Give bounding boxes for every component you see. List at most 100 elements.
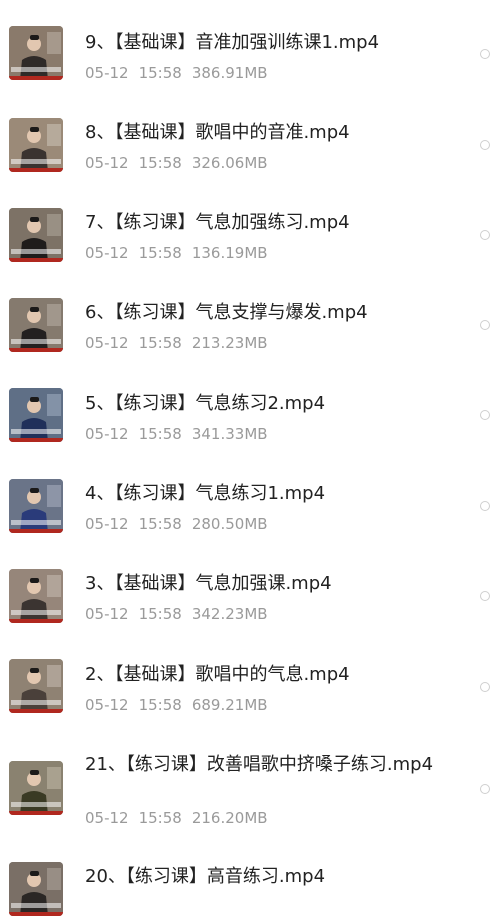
file-size: 341.33MB: [191, 425, 268, 443]
player-bar: [9, 348, 63, 352]
subtitle-strip: [11, 700, 61, 705]
select-radio[interactable]: [480, 410, 490, 420]
thumbnail-image: [9, 208, 63, 262]
file-size: 280.50MB: [191, 515, 268, 533]
select-radio[interactable]: [480, 682, 490, 692]
file-name: 3、【基础课】气息加强课.mp4: [85, 573, 332, 594]
video-thumbnail[interactable]: [9, 26, 63, 80]
file-date: 05-12: [85, 696, 129, 714]
file-name: 7、【练习课】气息加强练习.mp4: [85, 212, 350, 233]
player-bar: [9, 168, 63, 172]
file-meta: 05-12 15:58 386.91MB: [85, 63, 278, 83]
thumbnail-backdrop: [47, 767, 61, 789]
file-meta: 05-12 15:58 326.06MB: [85, 153, 278, 173]
file-size: 326.06MB: [191, 154, 268, 172]
subtitle-strip: [11, 520, 61, 525]
file-meta: 05-12 15:58 213.23MB: [85, 333, 278, 353]
thumbnail-image: [9, 118, 63, 172]
video-thumbnail[interactable]: [9, 659, 63, 713]
thumbnail-backdrop: [47, 304, 61, 326]
file-date: 05-12: [85, 244, 129, 262]
file-date: 05-12: [85, 154, 129, 172]
thumbnail-image: [9, 388, 63, 442]
select-radio[interactable]: [480, 49, 490, 59]
person-hair: [30, 488, 39, 493]
file-date: 05-12: [85, 64, 129, 82]
file-time: 15:58: [138, 515, 182, 533]
subtitle-strip: [11, 339, 61, 344]
file-name: 4、【练习课】气息练习1.mp4: [85, 483, 326, 504]
file-date: 05-12: [85, 515, 129, 533]
file-meta: 05-12 15:58 136.19MB: [85, 243, 278, 263]
player-bar: [9, 76, 63, 80]
thumbnail-image: [9, 26, 63, 80]
player-bar: [9, 438, 63, 442]
video-thumbnail[interactable]: [9, 479, 63, 533]
select-radio[interactable]: [480, 784, 490, 794]
person-hair: [30, 307, 39, 312]
subtitle-strip: [11, 903, 61, 908]
video-thumbnail[interactable]: [9, 761, 63, 815]
file-name: 9、【基础课】音准加强训练课1.mp4: [85, 32, 380, 53]
player-bar: [9, 619, 63, 623]
player-bar: [9, 811, 63, 815]
person-hair: [30, 871, 39, 876]
video-thumbnail[interactable]: [9, 388, 63, 442]
subtitle-strip: [11, 802, 61, 807]
person-hair: [30, 668, 39, 673]
file-size: 136.19MB: [191, 244, 268, 262]
file-size: 386.91MB: [191, 64, 268, 82]
file-time: 15:58: [138, 696, 182, 714]
thumbnail-image: [9, 862, 63, 916]
thumbnail-backdrop: [47, 665, 61, 687]
select-radio[interactable]: [480, 320, 490, 330]
video-thumbnail[interactable]: [9, 862, 63, 916]
thumbnail-backdrop: [47, 394, 61, 416]
file-meta: 05-12 15:58 341.33MB: [85, 424, 278, 444]
thumbnail-backdrop: [47, 32, 61, 54]
file-time: 15:58: [138, 244, 182, 262]
select-radio[interactable]: [480, 591, 490, 601]
subtitle-strip: [11, 159, 61, 164]
file-name: 2、【基础课】歌唱中的气息.mp4: [85, 664, 350, 685]
file-time: 15:58: [138, 809, 182, 827]
thumbnail-image: [9, 569, 63, 623]
thumbnail-backdrop: [47, 575, 61, 597]
person-hair: [30, 578, 39, 583]
file-meta: 05-12 15:58 216.20MB: [85, 808, 278, 828]
file-date: 05-12: [85, 605, 129, 623]
subtitle-strip: [11, 429, 61, 434]
subtitle-strip: [11, 249, 61, 254]
subtitle-strip: [11, 67, 61, 72]
file-meta: 05-12 15:58 689.21MB: [85, 695, 278, 715]
select-radio[interactable]: [480, 230, 490, 240]
file-time: 15:58: [138, 425, 182, 443]
person-hair: [30, 127, 39, 132]
person-hair: [30, 770, 39, 775]
video-thumbnail[interactable]: [9, 208, 63, 262]
video-thumbnail[interactable]: [9, 569, 63, 623]
thumbnail-image: [9, 479, 63, 533]
file-size: 342.23MB: [191, 605, 268, 623]
thumbnail-backdrop: [47, 124, 61, 146]
file-name: 20、【练习课】高音练习.mp4: [85, 866, 326, 887]
subtitle-strip: [11, 610, 61, 615]
file-name: 5、【练习课】气息练习2.mp4: [85, 393, 326, 414]
file-size: 689.21MB: [191, 696, 268, 714]
file-name: 8、【基础课】歌唱中的音准.mp4: [85, 122, 350, 143]
video-thumbnail[interactable]: [9, 118, 63, 172]
player-bar: [9, 709, 63, 713]
select-radio[interactable]: [480, 501, 490, 511]
file-date: 05-12: [85, 425, 129, 443]
thumbnail-image: [9, 659, 63, 713]
thumbnail-backdrop: [47, 214, 61, 236]
thumbnail-image: [9, 761, 63, 815]
select-radio[interactable]: [480, 140, 490, 150]
file-time: 15:58: [138, 64, 182, 82]
file-name: 21、【练习课】改善唱歌中挤嗓子练习.mp4: [85, 754, 434, 775]
file-time: 15:58: [138, 154, 182, 172]
video-thumbnail[interactable]: [9, 298, 63, 352]
file-meta: 05-12 15:58 342.23MB: [85, 604, 278, 624]
person-hair: [30, 35, 39, 40]
person-hair: [30, 397, 39, 402]
